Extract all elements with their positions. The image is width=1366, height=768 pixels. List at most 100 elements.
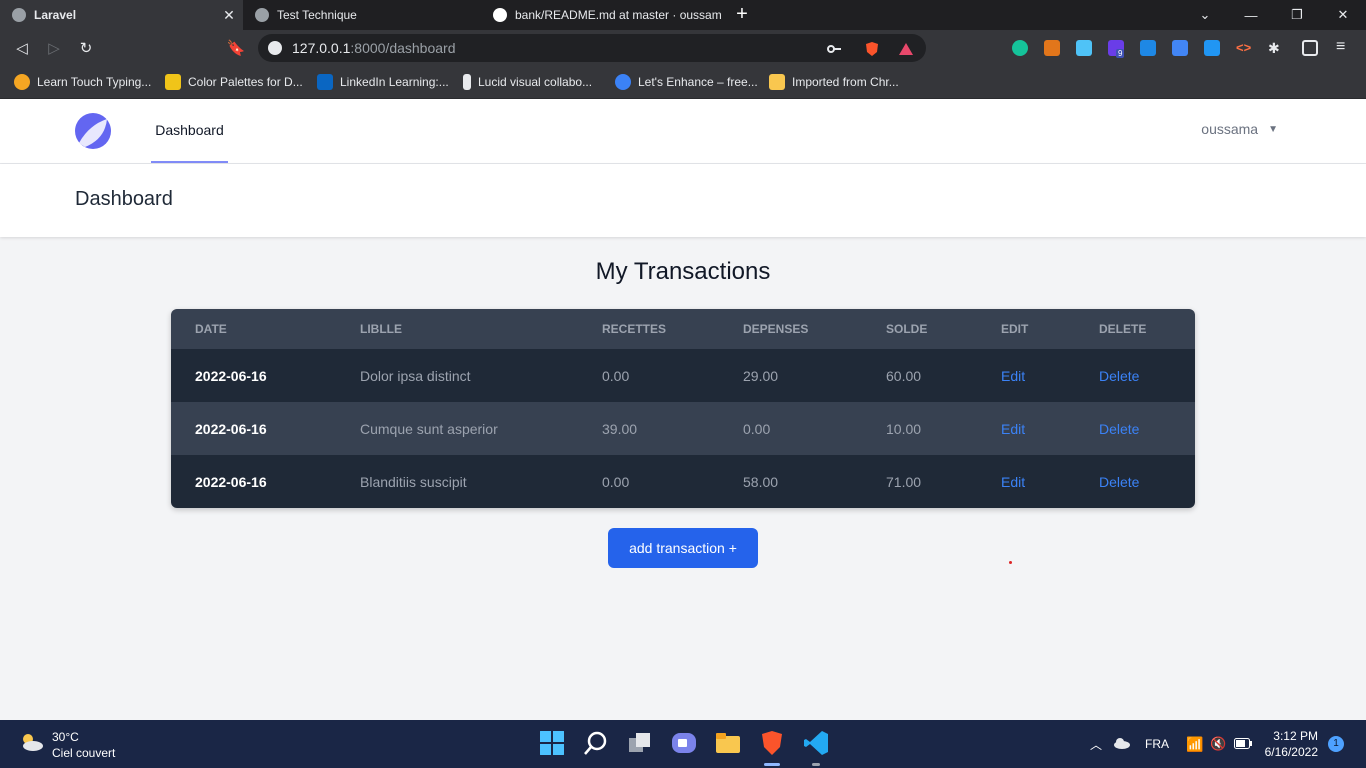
partly-cloudy-icon[interactable] <box>18 731 44 753</box>
cell-edit: Edit <box>977 455 1075 508</box>
task-view-icon[interactable] <box>627 730 653 756</box>
lucid-icon <box>463 74 471 90</box>
language-indicator[interactable]: FRA <box>1145 720 1169 768</box>
address-bar[interactable]: 127.0.0.1:8000/dashboard <box>258 34 926 62</box>
weather-widget[interactable]: 30°C Ciel couvert <box>52 729 115 761</box>
cell-depenses: 0.00 <box>743 420 771 437</box>
weather-description: Ciel couvert <box>52 746 116 760</box>
cell-solde: 60.00 <box>886 367 922 384</box>
grammarly-icon[interactable] <box>1012 40 1028 56</box>
brave-rewards-icon[interactable] <box>898 41 914 57</box>
edit-link[interactable]: Edit <box>1001 421 1025 437</box>
extension-heart-icon[interactable] <box>1076 40 1092 56</box>
maximize-button[interactable]: ❐ <box>1274 0 1320 30</box>
tab-title: bank/README.md at master · oussama <box>515 8 721 22</box>
bookmark-folder[interactable]: Imported from Chr... <box>769 73 899 91</box>
cell-date: 2022-06-16 <box>195 367 267 384</box>
bookmark-item[interactable]: LinkedIn Learning:... <box>317 73 449 91</box>
system-clock[interactable]: 3:12 PM 6/16/2022 <box>1265 728 1318 760</box>
menu-icon[interactable]: ≡ <box>1336 38 1352 55</box>
github-icon <box>493 8 507 22</box>
cursor-dot <box>1009 561 1012 564</box>
wifi-icon[interactable]: 📶 <box>1186 720 1203 768</box>
globe-icon <box>255 8 269 22</box>
app-logo[interactable] <box>75 113 111 149</box>
globe-icon <box>12 8 26 22</box>
browser-tab-bar: Laravel ✕ Test Technique bank/README.md … <box>0 0 1366 30</box>
search-icon[interactable] <box>583 730 609 756</box>
cell-recettes: 0.00 <box>602 367 630 384</box>
table-row: 2022-06-16 Dolor ipsa distinct 0.00 29.0… <box>171 349 1195 402</box>
battery-icon[interactable] <box>1234 738 1252 749</box>
reload-icon[interactable]: ↻ <box>76 38 96 58</box>
url-path: :8000/dashboard <box>350 40 456 56</box>
brave-browser-icon[interactable] <box>759 730 785 756</box>
notification-badge[interactable]: 1 <box>1328 736 1344 752</box>
show-hidden-icons[interactable]: ︿ <box>1090 720 1102 768</box>
user-menu[interactable]: oussama ▼ <box>1201 121 1278 137</box>
cell-solde: 10.00 <box>886 420 922 437</box>
tab-search-icon[interactable]: ⌄ <box>1182 0 1228 30</box>
extension-badge-icon[interactable]: 9 <box>1108 40 1125 58</box>
edit-link[interactable]: Edit <box>1001 368 1025 384</box>
windows-start-icon[interactable] <box>539 730 565 756</box>
windows-taskbar: 30°C Ciel couvert ︿ FRA 📶 🔇 3:12 PM 6/16… <box>0 720 1366 768</box>
muted-volume-icon[interactable]: 🔇 <box>1210 720 1226 768</box>
teams-chat-icon[interactable] <box>671 730 697 756</box>
cell-delete: Delete <box>1075 455 1195 508</box>
cell-libelle: Cumque sunt asperior <box>360 420 498 437</box>
file-explorer-icon[interactable] <box>715 730 741 756</box>
download-icon[interactable] <box>1204 40 1220 56</box>
metamask-icon[interactable] <box>1044 40 1060 56</box>
bookmark-label: Lucid visual collabo... <box>478 75 593 89</box>
close-tab-icon[interactable]: ✕ <box>221 7 237 24</box>
cell-depenses: 29.00 <box>743 367 779 384</box>
edit-link[interactable]: Edit <box>1001 474 1025 490</box>
tab-test-technique[interactable]: Test Technique <box>243 0 481 30</box>
add-transaction-button[interactable]: add transaction + <box>608 528 758 568</box>
page-header: Dashboard <box>0 164 1366 237</box>
column-header-recettes: RECETTES <box>602 322 667 336</box>
tab-laravel[interactable]: Laravel ✕ <box>0 0 243 30</box>
extension-badge-count: 9 <box>1116 49 1125 58</box>
bookmark-item[interactable]: Color Palettes for D... <box>165 73 303 91</box>
bookmarks-bar: Learn Touch Typing... Color Palettes for… <box>0 66 1366 99</box>
code-icon[interactable]: <> <box>1236 40 1252 56</box>
delete-link[interactable]: Delete <box>1099 474 1139 490</box>
cell-date: 2022-06-16 <box>195 473 267 490</box>
forward-icon[interactable]: ▷ <box>44 38 64 58</box>
bookmark-icon[interactable]: 🔖 <box>226 38 246 58</box>
nav-dashboard-link[interactable]: Dashboard <box>151 99 228 163</box>
delete-link[interactable]: Delete <box>1099 421 1139 437</box>
palette-icon <box>165 74 181 90</box>
transactions-table: DATE LIBLLE RECETTES DEPENSES SOLDE EDIT… <box>171 309 1195 508</box>
bookmark-item[interactable]: Lucid visual collabo... <box>463 73 592 91</box>
user-name: oussama <box>1201 121 1259 137</box>
minimize-button[interactable]: — <box>1228 0 1274 30</box>
wallet-icon[interactable] <box>1302 40 1318 56</box>
puzzle-extensions-icon[interactable]: ✱ <box>1268 40 1284 56</box>
clock-time: 3:12 PM <box>1273 729 1318 743</box>
chevron-down-icon: ▼ <box>1268 123 1278 135</box>
cell-recettes: 39.00 <box>602 420 638 437</box>
brave-shields-icon[interactable] <box>864 41 880 57</box>
bookmark-label: Learn Touch Typing... <box>37 75 152 89</box>
bookmark-item[interactable]: Learn Touch Typing... <box>14 73 151 91</box>
section-title: My Transactions <box>595 258 771 285</box>
key-icon[interactable] <box>826 41 842 57</box>
back-icon[interactable]: ◁ <box>12 38 32 58</box>
font-identifier-icon[interactable] <box>1140 40 1156 56</box>
bookmark-item[interactable]: Let's Enhance – free... <box>615 73 758 91</box>
column-header-libelle: LIBLLE <box>360 322 402 336</box>
close-window-button[interactable]: ✕ <box>1320 0 1366 30</box>
url-host: 127.0.0.1 <box>292 40 351 56</box>
site-info-icon[interactable] <box>268 41 282 55</box>
cell-delete: Delete <box>1075 349 1195 402</box>
tab-github-readme[interactable]: bank/README.md at master · oussama <box>481 0 721 30</box>
delete-link[interactable]: Delete <box>1099 368 1139 384</box>
onedrive-cloud-icon[interactable] <box>1113 737 1131 749</box>
new-tab-button[interactable]: + <box>732 3 752 26</box>
google-translate-icon[interactable] <box>1172 40 1188 56</box>
vscode-icon[interactable] <box>803 730 829 756</box>
weather-temperature: 30°C <box>52 730 79 744</box>
